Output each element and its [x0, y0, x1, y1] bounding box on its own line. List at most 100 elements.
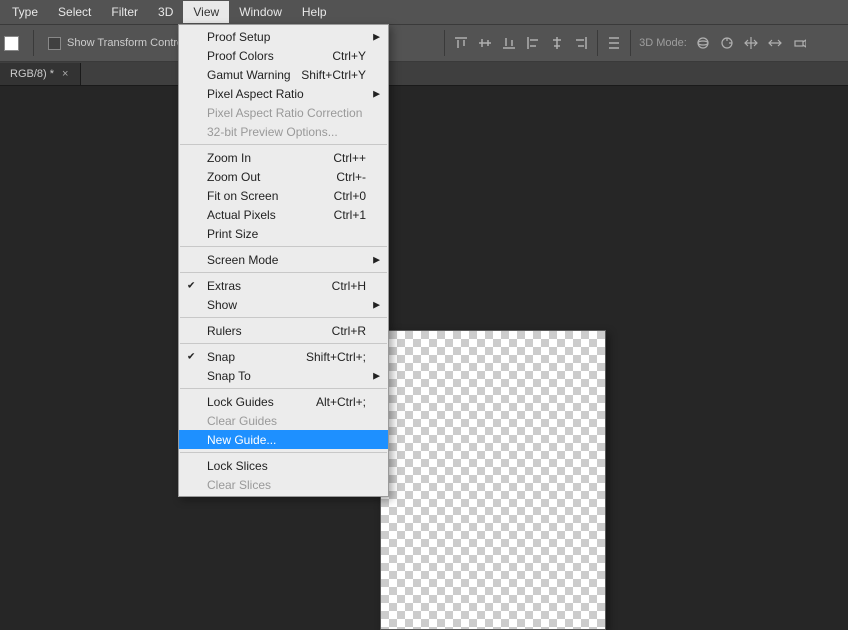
- menu-item-label: Rulers: [207, 324, 242, 338]
- menu-item-label: Lock Slices: [207, 459, 268, 473]
- menubar-item-filter[interactable]: Filter: [101, 1, 148, 23]
- menu-item-pixel-aspect-ratio-correction: Pixel Aspect Ratio Correction: [179, 103, 388, 122]
- mode3d-icons: [695, 35, 807, 51]
- menu-item-label: Gamut Warning: [207, 68, 291, 82]
- distribute-icons: [606, 35, 622, 51]
- menu-item-label: Fit on Screen: [207, 189, 278, 203]
- divider: [630, 30, 631, 56]
- submenu-arrow-icon: ▶: [373, 31, 380, 42]
- slide-icon[interactable]: [767, 35, 783, 51]
- menu-item-clear-guides: Clear Guides: [179, 411, 388, 430]
- zoom3d-icon[interactable]: [791, 35, 807, 51]
- menubar-item-window[interactable]: Window: [229, 1, 292, 23]
- menu-item-label: Zoom Out: [207, 170, 260, 184]
- menu-item-shortcut: Shift+Ctrl+;: [306, 350, 366, 364]
- menu-item-label: Clear Guides: [207, 414, 277, 428]
- menu-item-32-bit-preview-options: 32-bit Preview Options...: [179, 122, 388, 141]
- menu-item-label: Lock Guides: [207, 395, 274, 409]
- menu-separator: [180, 317, 387, 318]
- menu-item-label: Pixel Aspect Ratio Correction: [207, 106, 362, 120]
- menu-item-label: Show: [207, 298, 237, 312]
- check-icon: ✔: [187, 351, 195, 362]
- menubar: TypeSelectFilter3DViewWindowHelp: [0, 0, 848, 24]
- menu-item-label: Extras: [207, 279, 241, 293]
- roll-icon[interactable]: [719, 35, 735, 51]
- menubar-item-3d[interactable]: 3D: [148, 1, 183, 23]
- check-icon: ✔: [187, 280, 195, 291]
- submenu-arrow-icon: ▶: [373, 254, 380, 265]
- menu-item-shortcut: Ctrl++: [333, 151, 366, 165]
- menubar-item-help[interactable]: Help: [292, 1, 337, 23]
- menu-item-shortcut: Ctrl+Y: [332, 49, 366, 63]
- menu-item-show[interactable]: Show ▶: [179, 295, 388, 314]
- menu-item-rulers[interactable]: Rulers Ctrl+R: [179, 321, 388, 340]
- menu-item-proof-colors[interactable]: Proof Colors Ctrl+Y: [179, 46, 388, 65]
- menu-item-pixel-aspect-ratio[interactable]: Pixel Aspect Ratio▶: [179, 84, 388, 103]
- menu-item-extras[interactable]: ✔ Extras Ctrl+H: [179, 276, 388, 295]
- menu-item-new-guide[interactable]: New Guide...: [179, 430, 388, 449]
- menu-item-shortcut: Alt+Ctrl+;: [316, 395, 366, 409]
- menu-item-label: Screen Mode: [207, 253, 278, 267]
- menu-separator: [180, 388, 387, 389]
- menu-item-screen-mode[interactable]: Screen Mode ▶: [179, 250, 388, 269]
- menu-separator: [180, 452, 387, 453]
- align-right-icon[interactable]: [573, 35, 589, 51]
- menu-item-clear-slices: Clear Slices: [179, 475, 388, 494]
- mode3d-label: 3D Mode:: [639, 37, 687, 49]
- align-bottom-icon[interactable]: [501, 35, 517, 51]
- menu-item-fit-on-screen[interactable]: Fit on ScreenCtrl+0: [179, 186, 388, 205]
- menu-item-label: Print Size: [207, 227, 258, 241]
- distribute-icon[interactable]: [606, 35, 622, 51]
- menubar-item-select[interactable]: Select: [48, 1, 101, 23]
- menu-item-gamut-warning[interactable]: Gamut Warning Shift+Ctrl+Y: [179, 65, 388, 84]
- menu-separator: [180, 246, 387, 247]
- menu-separator: [180, 343, 387, 344]
- divider: [597, 30, 598, 56]
- menu-item-zoom-in[interactable]: Zoom InCtrl++: [179, 148, 388, 167]
- menu-item-shortcut: Ctrl+R: [332, 324, 366, 338]
- menu-item-proof-setup[interactable]: Proof Setup ▶: [179, 27, 388, 46]
- menu-item-shortcut: Ctrl+H: [332, 279, 366, 293]
- orbit-icon[interactable]: [695, 35, 711, 51]
- workspace: [0, 86, 848, 562]
- align-top-icon[interactable]: [453, 35, 469, 51]
- show-transform-checkbox[interactable]: [48, 37, 61, 50]
- submenu-arrow-icon: ▶: [373, 88, 380, 99]
- menu-item-lock-slices[interactable]: Lock Slices: [179, 456, 388, 475]
- view-menu-dropdown: Proof Setup ▶ Proof Colors Ctrl+Y Gamut Warn…: [178, 24, 389, 497]
- submenu-arrow-icon: ▶: [373, 299, 380, 310]
- document-tab[interactable]: RGB/8) * ×: [0, 63, 81, 85]
- menu-item-shortcut: Shift+Ctrl+Y: [301, 68, 366, 82]
- canvas[interactable]: [380, 330, 606, 630]
- document-tabstrip: RGB/8) * ×: [0, 62, 848, 86]
- divider: [33, 30, 34, 56]
- menubar-item-view[interactable]: View: [183, 1, 229, 23]
- menu-item-print-size[interactable]: Print Size: [179, 224, 388, 243]
- menu-item-snap[interactable]: ✔SnapShift+Ctrl+;: [179, 347, 388, 366]
- menu-item-snap-to[interactable]: Snap To ▶: [179, 366, 388, 385]
- show-transform-label: Show Transform Controls: [67, 37, 191, 49]
- document-tab-title: RGB/8) *: [10, 68, 54, 80]
- submenu-arrow-icon: ▶: [373, 370, 380, 381]
- menu-item-zoom-out[interactable]: Zoom Out Ctrl+-: [179, 167, 388, 186]
- menu-item-label: Snap To: [207, 369, 251, 383]
- menu-separator: [180, 144, 387, 145]
- divider: [444, 30, 445, 56]
- menu-item-lock-guides[interactable]: Lock Guides Alt+Ctrl+;: [179, 392, 388, 411]
- menu-item-shortcut: Ctrl+-: [336, 170, 366, 184]
- align-center-icon[interactable]: [549, 35, 565, 51]
- menubar-item-type[interactable]: Type: [2, 1, 48, 23]
- menu-item-label: Proof Colors: [207, 49, 274, 63]
- menu-item-label: 32-bit Preview Options...: [207, 125, 338, 139]
- menu-item-actual-pixels[interactable]: Actual PixelsCtrl+1: [179, 205, 388, 224]
- options-bar: Show Transform Controls 3D Mode:: [0, 24, 848, 62]
- close-icon[interactable]: ×: [62, 68, 68, 80]
- menu-item-label: Clear Slices: [207, 478, 271, 492]
- menu-item-label: Proof Setup: [207, 30, 270, 44]
- pan-icon[interactable]: [743, 35, 759, 51]
- align-left-icon[interactable]: [525, 35, 541, 51]
- fill-swatch[interactable]: [4, 36, 19, 51]
- align-icons: [453, 35, 589, 51]
- align-middle-icon[interactable]: [477, 35, 493, 51]
- menu-item-label: Actual Pixels: [207, 208, 276, 222]
